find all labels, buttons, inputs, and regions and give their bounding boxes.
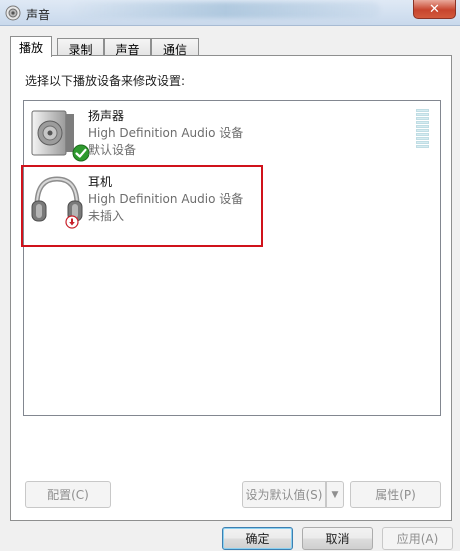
unplugged-icon [65, 215, 79, 229]
device-driver: High Definition Audio 设备 [88, 126, 244, 140]
device-item-speaker[interactable]: 扬声器 High Definition Audio 设备 默认设备 [24, 101, 440, 165]
tab-playback[interactable]: 播放 [10, 36, 52, 57]
configure-button[interactable]: 配置(C) [25, 481, 111, 508]
device-list[interactable]: 扬声器 High Definition Audio 设备 默认设备 耳机 Hig… [23, 100, 441, 416]
device-driver: High Definition Audio 设备 [88, 192, 244, 206]
close-button[interactable]: ✕ [413, 0, 456, 19]
device-status: 未插入 [88, 209, 125, 223]
volume-level-meter [416, 109, 429, 149]
tab-communications[interactable]: 通信 [151, 38, 199, 57]
chevron-down-icon: ▼ [331, 489, 339, 500]
device-name: 耳机 [88, 175, 113, 189]
device-name: 扬声器 [88, 109, 125, 123]
ok-button[interactable]: 确定 [222, 527, 293, 550]
playback-panel: 选择以下播放设备来修改设置: 扬声器 High Definition Audio… [10, 55, 452, 521]
close-icon: ✕ [429, 1, 440, 17]
title-bar: 声音 ✕ [0, 0, 460, 26]
cancel-button[interactable]: 取消 [302, 527, 373, 550]
set-default-dropdown[interactable]: ▼ [326, 481, 344, 508]
properties-button[interactable]: 属性(P) [350, 481, 441, 508]
device-item-headphones[interactable]: 耳机 High Definition Audio 设备 未插入 [24, 167, 440, 231]
sound-icon [5, 5, 21, 21]
apply-button[interactable]: 应用(A) [382, 527, 453, 550]
set-default-button[interactable]: 设为默认值(S) [242, 481, 326, 508]
title-bar-background-blur [70, 2, 380, 18]
device-status: 默认设备 [88, 143, 137, 157]
tab-sounds[interactable]: 声音 [104, 38, 151, 57]
tab-recording[interactable]: 录制 [57, 38, 104, 57]
instruction-text: 选择以下播放设备来修改设置: [25, 74, 186, 88]
window-title: 声音 [26, 8, 51, 22]
